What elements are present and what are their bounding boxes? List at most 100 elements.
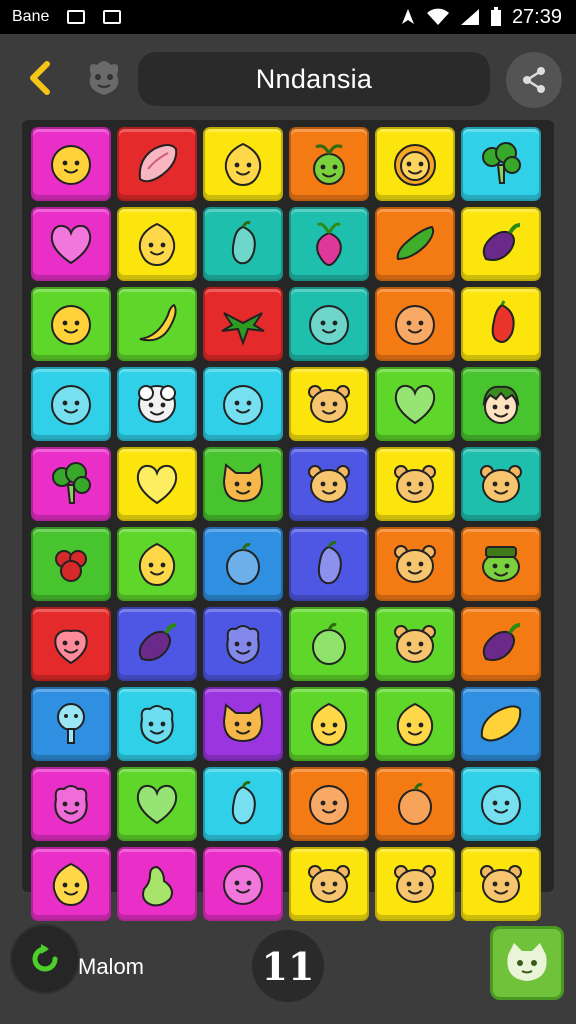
board-tile[interactable] bbox=[117, 527, 197, 601]
board-tile[interactable] bbox=[289, 447, 369, 521]
ball-face-icon bbox=[223, 385, 263, 425]
board-tile[interactable] bbox=[375, 447, 455, 521]
broccoli-icon bbox=[482, 142, 521, 184]
board-tile[interactable] bbox=[117, 207, 197, 281]
status-bar: Bane 27:39 bbox=[0, 0, 576, 34]
bear-face-icon bbox=[480, 465, 522, 503]
share-button[interactable] bbox=[506, 52, 562, 108]
board-tile[interactable] bbox=[289, 287, 369, 361]
board-tile[interactable] bbox=[31, 687, 111, 761]
berry-face-icon bbox=[140, 705, 174, 745]
eggplant-icon bbox=[482, 223, 521, 261]
board-tile[interactable] bbox=[461, 447, 541, 521]
clock: 27:39 bbox=[511, 5, 562, 28]
board-tile[interactable] bbox=[203, 287, 283, 361]
lemon-face-icon bbox=[396, 702, 434, 747]
board-tile[interactable] bbox=[375, 207, 455, 281]
board-tile[interactable] bbox=[31, 527, 111, 601]
cat-face-icon bbox=[222, 703, 264, 743]
refresh-icon bbox=[32, 944, 58, 972]
board-tile[interactable] bbox=[289, 607, 369, 681]
plum-icon bbox=[398, 783, 432, 825]
pepper-icon bbox=[231, 781, 256, 825]
board-tile[interactable] bbox=[117, 607, 197, 681]
gallery-notification-icon bbox=[67, 10, 86, 24]
board-tile[interactable] bbox=[289, 207, 369, 281]
board-tile[interactable] bbox=[203, 527, 283, 601]
share-icon bbox=[523, 67, 545, 93]
board-tile[interactable] bbox=[117, 287, 197, 361]
berry-face-icon bbox=[226, 625, 260, 665]
board-tile[interactable] bbox=[289, 367, 369, 441]
board-tile[interactable] bbox=[117, 687, 197, 761]
board-tile[interactable] bbox=[31, 287, 111, 361]
tree-icon bbox=[57, 703, 85, 744]
board-tile[interactable] bbox=[117, 447, 197, 521]
plum-icon bbox=[226, 543, 260, 585]
board-tile[interactable] bbox=[31, 447, 111, 521]
board-tile[interactable] bbox=[203, 207, 283, 281]
board-tile[interactable] bbox=[31, 607, 111, 681]
lemon-face-icon bbox=[224, 142, 262, 187]
board-tile[interactable] bbox=[289, 127, 369, 201]
signal-icon bbox=[460, 9, 479, 25]
board-tile[interactable] bbox=[461, 607, 541, 681]
strawberry-icon bbox=[54, 629, 88, 665]
board-tile[interactable] bbox=[461, 127, 541, 201]
board-tile[interactable] bbox=[461, 207, 541, 281]
board-tile[interactable] bbox=[203, 767, 283, 841]
plum-icon bbox=[312, 623, 346, 665]
mascot-button[interactable] bbox=[80, 54, 128, 102]
board-tile[interactable] bbox=[31, 367, 111, 441]
board-tile[interactable] bbox=[375, 527, 455, 601]
board-tile[interactable] bbox=[31, 127, 111, 201]
bear-face-icon bbox=[308, 385, 350, 423]
bear-face-icon bbox=[308, 465, 350, 503]
board-tile[interactable] bbox=[461, 687, 541, 761]
moves-counter: 11 bbox=[252, 930, 324, 1002]
ball-face-icon bbox=[395, 305, 435, 345]
board-tile[interactable] bbox=[461, 767, 541, 841]
board-tile[interactable] bbox=[203, 607, 283, 681]
leaf-bunch-icon bbox=[221, 312, 265, 346]
lemon-face-icon bbox=[310, 702, 348, 747]
board-tile[interactable] bbox=[289, 687, 369, 761]
board-tile[interactable] bbox=[375, 767, 455, 841]
board-tile[interactable] bbox=[289, 767, 369, 841]
lion-face-icon bbox=[394, 144, 436, 186]
board-tile[interactable] bbox=[375, 607, 455, 681]
board-tile[interactable] bbox=[31, 207, 111, 281]
ball-face-icon bbox=[309, 305, 349, 345]
lemon-icon bbox=[480, 705, 522, 742]
back-button[interactable] bbox=[18, 56, 62, 100]
board-tile[interactable] bbox=[203, 687, 283, 761]
board-tile[interactable] bbox=[203, 127, 283, 201]
pet-button[interactable] bbox=[490, 926, 564, 1000]
board-tile[interactable] bbox=[31, 767, 111, 841]
bear-face-icon bbox=[394, 625, 436, 663]
board-tile[interactable] bbox=[289, 527, 369, 601]
board-tile[interactable] bbox=[117, 127, 197, 201]
broccoli-icon bbox=[52, 462, 91, 504]
board-tile[interactable] bbox=[117, 367, 197, 441]
lemon-face-icon bbox=[138, 222, 176, 267]
bear-face-icon bbox=[394, 545, 436, 583]
mascot-icon bbox=[89, 61, 119, 95]
board-tile[interactable] bbox=[461, 287, 541, 361]
smiley-face-icon bbox=[51, 145, 91, 185]
board-tile[interactable] bbox=[117, 767, 197, 841]
refresh-button[interactable] bbox=[12, 926, 78, 992]
board-tile[interactable] bbox=[375, 287, 455, 361]
board-tile[interactable] bbox=[375, 127, 455, 201]
tile-grid bbox=[31, 127, 541, 927]
frog-face-icon bbox=[482, 546, 520, 582]
raspberry-icon bbox=[55, 550, 87, 582]
board-tile[interactable] bbox=[461, 527, 541, 601]
board-tile[interactable] bbox=[375, 687, 455, 761]
board-tile[interactable] bbox=[375, 367, 455, 441]
header: Nndansia bbox=[0, 34, 576, 130]
board-tile[interactable] bbox=[203, 367, 283, 441]
heart-icon bbox=[50, 224, 92, 265]
board-tile[interactable] bbox=[461, 367, 541, 441]
board-tile[interactable] bbox=[203, 447, 283, 521]
